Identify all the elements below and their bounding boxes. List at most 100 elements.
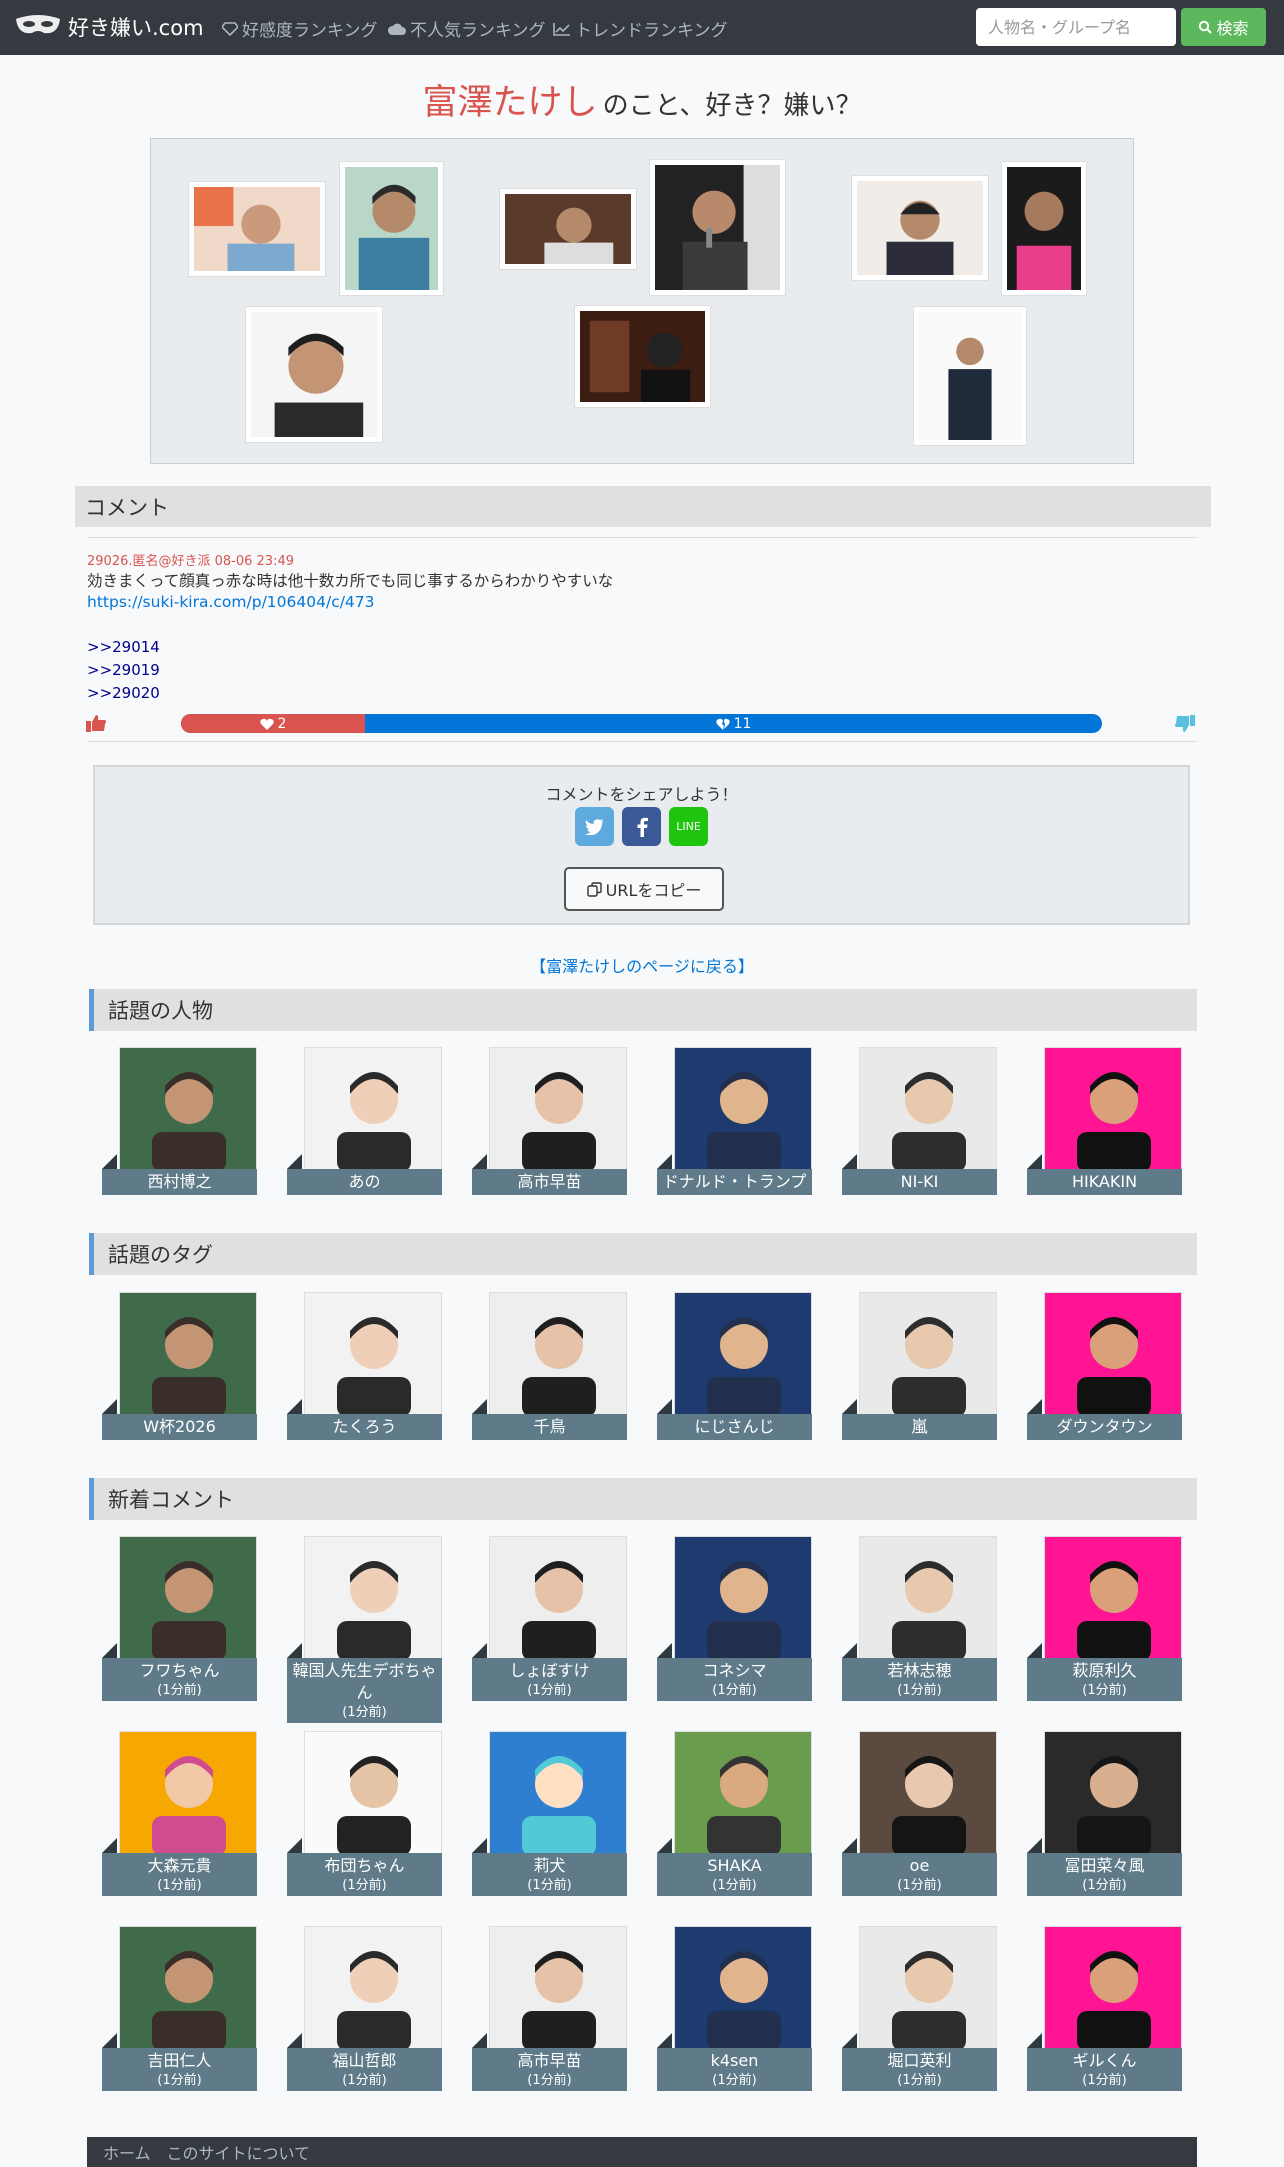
gallery-photo[interactable] bbox=[188, 181, 326, 277]
person-thumbnail[interactable] bbox=[859, 1536, 997, 1660]
gallery-photo[interactable] bbox=[1001, 161, 1087, 296]
person-thumbnail[interactable] bbox=[674, 1292, 812, 1416]
copy-url-button[interactable]: URLをコピー bbox=[564, 867, 724, 911]
person-name[interactable]: 富澤たけし bbox=[422, 83, 597, 123]
person-thumbnail[interactable] bbox=[1044, 1047, 1182, 1171]
card-label[interactable]: ギルくん (1分前) bbox=[1027, 2048, 1182, 2091]
person-thumbnail[interactable] bbox=[1044, 1536, 1182, 1660]
card-label[interactable]: HIKAKIN bbox=[1027, 1169, 1182, 1195]
person-thumbnail[interactable] bbox=[1044, 1926, 1182, 2050]
person-thumbnail[interactable] bbox=[304, 1731, 442, 1855]
card-label[interactable]: ダウンタウン bbox=[1027, 1414, 1182, 1440]
gallery-photo[interactable] bbox=[913, 306, 1027, 446]
person-thumbnail[interactable] bbox=[119, 1731, 257, 1855]
back-to-person-link[interactable]: 【富澤たけしのページに戻る】 bbox=[0, 953, 1284, 977]
person-thumbnail[interactable] bbox=[859, 1047, 997, 1171]
site-brand[interactable]: 好き嫌い.com bbox=[14, 10, 204, 44]
card-time: (1分前) bbox=[342, 1705, 387, 1720]
person-thumbnail[interactable] bbox=[859, 1292, 997, 1416]
gallery-photo[interactable] bbox=[649, 159, 786, 296]
card-label[interactable]: k4sen (1分前) bbox=[657, 2048, 812, 2091]
person-thumbnail[interactable] bbox=[489, 1536, 627, 1660]
gallery-photo[interactable] bbox=[851, 175, 989, 281]
card-label[interactable]: 大森元貴 (1分前) bbox=[102, 1853, 257, 1896]
card-label[interactable]: コネシマ (1分前) bbox=[657, 1658, 812, 1701]
card-label[interactable]: たくろう bbox=[287, 1414, 442, 1440]
person-thumbnail[interactable] bbox=[1044, 1731, 1182, 1855]
card-corner bbox=[657, 1399, 672, 1414]
card-time: (1分前) bbox=[157, 2073, 202, 2088]
reply-link[interactable]: >>29019 bbox=[87, 661, 160, 679]
reply-link[interactable]: >>29020 bbox=[87, 684, 160, 702]
card-label[interactable]: あの bbox=[287, 1169, 442, 1195]
person-thumbnail[interactable] bbox=[304, 1536, 442, 1660]
line-share-button[interactable]: LINE bbox=[669, 807, 708, 846]
search-button[interactable]: 検索 bbox=[1181, 8, 1266, 46]
thumbs-down-icon[interactable] bbox=[1174, 714, 1196, 734]
nav-unpopular-ranking[interactable]: 不人気ランキング bbox=[388, 16, 546, 41]
comment-link[interactable]: https://suki-kira.com/p/106404/c/473 bbox=[87, 593, 375, 611]
card-label[interactable]: 韓国人先生デボちゃん (1分前) bbox=[287, 1658, 442, 1723]
card-label[interactable]: 千鳥 bbox=[472, 1414, 627, 1440]
person-thumbnail[interactable] bbox=[489, 1926, 627, 2050]
card-corner bbox=[657, 1838, 672, 1853]
person-thumbnail[interactable] bbox=[119, 1926, 257, 2050]
thumbs-up-icon[interactable] bbox=[85, 713, 107, 733]
person-thumbnail[interactable] bbox=[304, 1926, 442, 2050]
card-label[interactable]: にじさんじ bbox=[657, 1414, 812, 1440]
card-time: (1分前) bbox=[897, 1683, 942, 1698]
footer-home-link[interactable]: ホーム bbox=[103, 2140, 151, 2164]
person-thumbnail[interactable] bbox=[674, 1731, 812, 1855]
reply-link[interactable]: >>29014 bbox=[87, 638, 160, 656]
person-thumbnail[interactable] bbox=[489, 1292, 627, 1416]
person-thumbnail[interactable] bbox=[674, 1926, 812, 2050]
person-thumbnail[interactable] bbox=[304, 1292, 442, 1416]
card-label[interactable]: SHAKA (1分前) bbox=[657, 1853, 812, 1896]
gallery-photo[interactable] bbox=[339, 161, 444, 296]
card-label[interactable]: ドナルド・トランプ bbox=[657, 1169, 812, 1195]
card-corner bbox=[102, 1643, 117, 1658]
card-label[interactable]: 冨田菜々風 (1分前) bbox=[1027, 1853, 1182, 1896]
line-label: LINE bbox=[676, 820, 701, 833]
person-thumbnail[interactable] bbox=[489, 1047, 627, 1171]
card-label[interactable]: 福山哲郎 (1分前) bbox=[287, 2048, 442, 2091]
person-thumbnail[interactable] bbox=[304, 1047, 442, 1171]
card-label[interactable]: しょぼすけ (1分前) bbox=[472, 1658, 627, 1701]
card-label[interactable]: 吉田仁人 (1分前) bbox=[102, 2048, 257, 2091]
card-label[interactable]: oe (1分前) bbox=[842, 1853, 997, 1896]
person-thumbnail[interactable] bbox=[859, 1926, 997, 2050]
card-label[interactable]: 堀口英利 (1分前) bbox=[842, 2048, 997, 2091]
card-label[interactable]: 布団ちゃん (1分前) bbox=[287, 1853, 442, 1896]
card-label[interactable]: 高市早苗 bbox=[472, 1169, 627, 1195]
card-time: (1分前) bbox=[1082, 1878, 1127, 1893]
person-thumbnail[interactable] bbox=[119, 1536, 257, 1660]
gallery-photo[interactable] bbox=[574, 305, 711, 408]
person-thumbnail[interactable] bbox=[119, 1047, 257, 1171]
card-name: 萩原利久 bbox=[1072, 1661, 1137, 1680]
card-label[interactable]: 莉犬 (1分前) bbox=[472, 1853, 627, 1896]
gallery-photo[interactable] bbox=[499, 188, 637, 270]
person-thumbnail[interactable] bbox=[119, 1292, 257, 1416]
person-thumbnail[interactable] bbox=[674, 1047, 812, 1171]
card-label[interactable]: 嵐 bbox=[842, 1414, 997, 1440]
person-thumbnail[interactable] bbox=[1044, 1292, 1182, 1416]
card-label[interactable]: 高市早苗 (1分前) bbox=[472, 2048, 627, 2091]
twitter-share-button[interactable] bbox=[575, 807, 614, 846]
card-label[interactable]: 西村博之 bbox=[102, 1169, 257, 1195]
card-label[interactable]: NI-KI bbox=[842, 1169, 997, 1195]
dislike-count-value: 11 bbox=[733, 715, 752, 732]
facebook-share-button[interactable] bbox=[622, 807, 661, 846]
card-label[interactable]: 萩原利久 (1分前) bbox=[1027, 1658, 1182, 1701]
search-input[interactable] bbox=[976, 8, 1176, 46]
nav-favorability-ranking[interactable]: 好感度ランキング bbox=[222, 16, 378, 41]
person-thumbnail[interactable] bbox=[489, 1731, 627, 1855]
card-label[interactable]: W杯2026 bbox=[102, 1414, 257, 1440]
card-label[interactable]: 若林志穂 (1分前) bbox=[842, 1658, 997, 1701]
person-thumbnail[interactable] bbox=[674, 1536, 812, 1660]
gallery-photo[interactable] bbox=[245, 306, 383, 443]
comment-section-heading: コメント bbox=[75, 486, 1211, 527]
person-thumbnail[interactable] bbox=[859, 1731, 997, 1855]
nav-trend-ranking[interactable]: トレンドランキング bbox=[553, 16, 728, 41]
footer-about-link[interactable]: このサイトについて bbox=[167, 2140, 311, 2164]
card-label[interactable]: フワちゃん (1分前) bbox=[102, 1658, 257, 1701]
